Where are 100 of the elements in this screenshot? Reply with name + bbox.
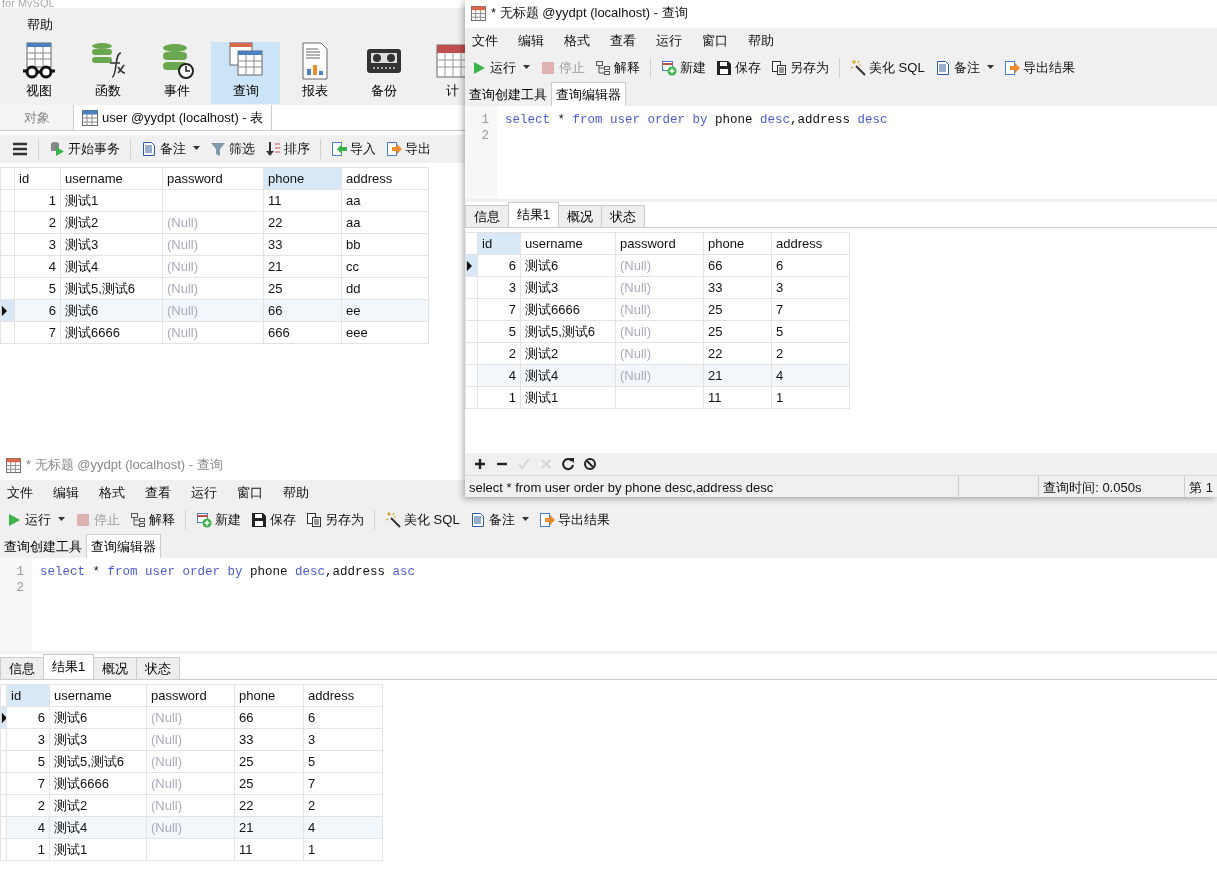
toolbar-button[interactable]: 导出结果 xyxy=(999,56,1079,80)
table-cell: aa xyxy=(341,189,429,212)
table-cell: 25 xyxy=(234,750,304,773)
toolbar-button[interactable]: 另存为 xyxy=(302,508,368,532)
column-header[interactable]: password xyxy=(162,167,264,190)
tab[interactable]: 查询创建工具 xyxy=(0,536,86,558)
row-indicator[interactable] xyxy=(465,254,478,277)
toolbar-button[interactable]: 排序 xyxy=(261,137,314,161)
table-cell: 测试6666 xyxy=(520,298,616,321)
toolbar-button[interactable]: 备注 xyxy=(465,508,533,532)
toolbar-button[interactable]: 导出结果 xyxy=(534,508,614,532)
menu-item[interactable]: 格式 xyxy=(557,31,603,51)
menu-item[interactable]: 查看 xyxy=(603,31,649,51)
menu-item[interactable]: 窗口 xyxy=(695,31,741,51)
toolbar-button[interactable]: 美化 SQL xyxy=(381,508,464,532)
toolbar-button[interactable]: 解释 xyxy=(126,508,179,532)
row-indicator[interactable] xyxy=(0,299,15,322)
tab[interactable]: 查询编辑器 xyxy=(551,82,626,106)
toolbar-button[interactable]: 导出 xyxy=(382,137,435,161)
toolbar-button[interactable]: 运行 xyxy=(2,508,69,532)
toolbar-button[interactable]: 运行 xyxy=(467,56,534,80)
column-header[interactable]: address xyxy=(341,167,429,190)
table-cell: 66 xyxy=(234,706,304,729)
menu-item[interactable]: 编辑 xyxy=(511,31,557,51)
menu-item[interactable]: 帮助 xyxy=(741,31,787,51)
toolbar-button[interactable]: 另存为 xyxy=(767,56,833,80)
tab[interactable]: 状态 xyxy=(601,205,646,227)
column-header[interactable]: phone xyxy=(234,684,304,707)
menu-item[interactable]: 格式 xyxy=(92,483,138,503)
export-icon xyxy=(538,512,555,528)
menu-item[interactable]: 窗口 xyxy=(230,483,276,503)
stop-sign-icon[interactable] xyxy=(583,457,597,471)
column-header[interactable]: phone xyxy=(703,232,772,255)
table-cell: 2 xyxy=(303,794,383,817)
column-header[interactable]: id xyxy=(6,684,50,707)
table-cell: 5 xyxy=(14,277,61,300)
ribbon-button[interactable]: 报表 xyxy=(280,42,349,104)
magic-wand-icon xyxy=(850,60,866,76)
code-line: select * from user order by phone desc,address desc xyxy=(505,112,888,128)
column-header[interactable]: address xyxy=(303,684,383,707)
column-header[interactable]: username xyxy=(520,232,616,255)
table-cell: 22 xyxy=(263,211,342,234)
column-header[interactable]: password xyxy=(615,232,704,255)
menu-item[interactable]: 帮助 xyxy=(20,15,66,35)
menu-item[interactable]: 编辑 xyxy=(46,483,92,503)
tab[interactable]: 概况 xyxy=(558,205,603,227)
column-header[interactable]: username xyxy=(49,684,147,707)
table-cell: 测试1 xyxy=(60,189,163,212)
tab[interactable]: 状态 xyxy=(136,657,181,679)
save-icon xyxy=(251,512,267,528)
table-cell: 5 xyxy=(477,320,521,343)
ribbon-button[interactable]: 函数 xyxy=(73,42,142,104)
menu-item[interactable]: 文件 xyxy=(465,31,511,51)
ribbon-button[interactable]: 备份 xyxy=(349,42,418,104)
document-icon xyxy=(141,141,157,157)
plus-icon[interactable] xyxy=(473,457,487,471)
menu-item[interactable]: 运行 xyxy=(184,483,230,503)
tab[interactable]: 信息 xyxy=(465,205,509,227)
menu-item[interactable]: 运行 xyxy=(649,31,695,51)
ribbon-button[interactable]: 视图 xyxy=(4,42,73,104)
table-cell: 3 xyxy=(477,276,521,299)
tab[interactable]: 信息 xyxy=(0,657,44,679)
toolbar-button[interactable]: 新建 xyxy=(192,508,245,532)
table-cell: 33 xyxy=(703,276,772,299)
table-cell: 测试2 xyxy=(49,794,147,817)
table-cell: 11 xyxy=(234,838,304,861)
toolbar-button[interactable]: 美化 SQL xyxy=(846,56,929,80)
toolbar-button[interactable]: 筛选 xyxy=(206,137,259,161)
tab[interactable]: 查询编辑器 xyxy=(86,534,161,558)
toolbar-button[interactable]: 导入 xyxy=(327,137,380,161)
ribbon-button[interactable]: 事件 xyxy=(142,42,211,104)
table-cell: 测试2 xyxy=(60,211,163,234)
toolbar-button[interactable]: 保存 xyxy=(712,56,765,80)
menu-item[interactable]: 帮助 xyxy=(276,483,322,503)
column-header[interactable]: id xyxy=(477,232,521,255)
refresh-icon[interactable] xyxy=(561,457,575,471)
toolbar-button[interactable]: 备注 xyxy=(930,56,998,80)
toolbar-button[interactable]: 备注 xyxy=(137,137,204,161)
tab[interactable]: 概况 xyxy=(93,657,138,679)
toolbar-button[interactable]: 新建 xyxy=(657,56,710,80)
table-cell: 33 xyxy=(263,233,342,256)
toolbar-button[interactable]: 解释 xyxy=(591,56,644,80)
row-indicator[interactable] xyxy=(0,706,7,729)
column-header[interactable]: username xyxy=(60,167,163,190)
table-cell: (Null) xyxy=(162,233,264,256)
column-header[interactable]: address xyxy=(771,232,850,255)
table-cell: cc xyxy=(341,255,429,278)
sort-icon xyxy=(265,141,281,157)
toolbar-button[interactable]: 开始事务 xyxy=(45,137,124,161)
table-cell: 4 xyxy=(14,255,61,278)
toolbar-button[interactable]: 保存 xyxy=(247,508,300,532)
tab[interactable]: 查询创建工具 xyxy=(465,84,551,106)
column-header[interactable]: phone xyxy=(263,167,342,190)
column-header[interactable]: password xyxy=(146,684,235,707)
table-icon xyxy=(82,109,98,126)
menu-item[interactable]: 查看 xyxy=(138,483,184,503)
column-header[interactable]: id xyxy=(14,167,61,190)
ribbon-button[interactable]: 查询 xyxy=(211,42,280,104)
save-icon xyxy=(716,60,732,76)
menu-item[interactable]: 文件 xyxy=(0,483,46,503)
